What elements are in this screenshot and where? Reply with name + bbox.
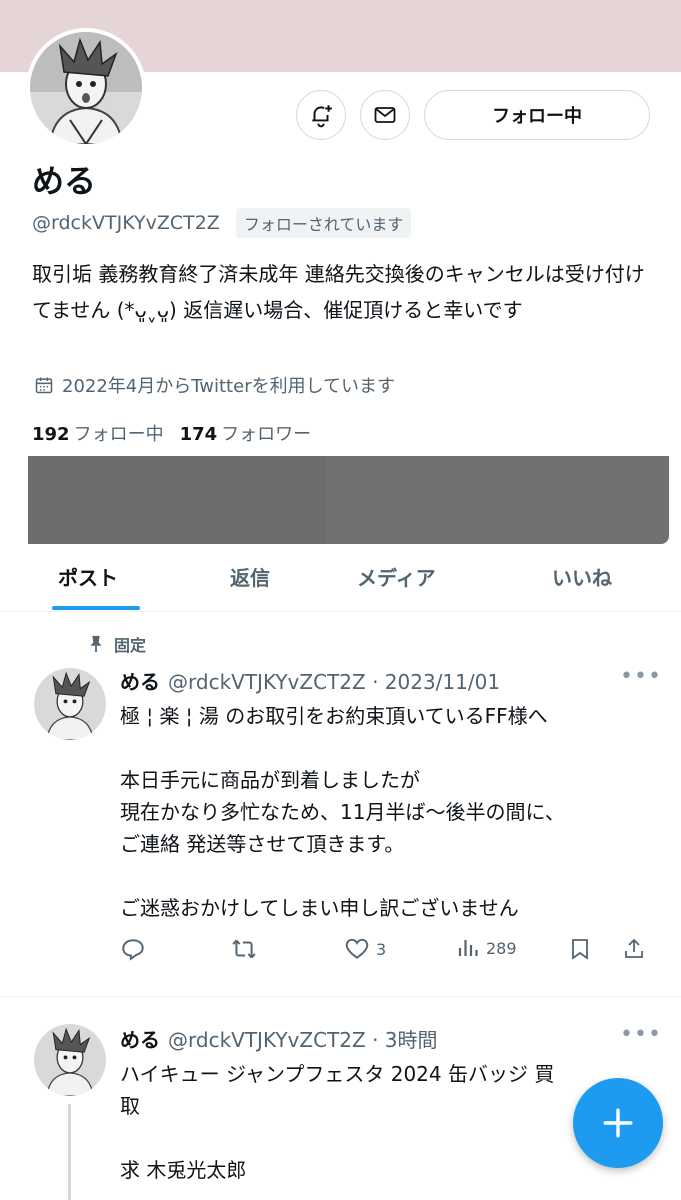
tweet-avatar[interactable] xyxy=(34,668,106,740)
active-tab-indicator xyxy=(52,606,140,610)
like-count: 3 xyxy=(376,939,387,959)
redacted-block-1 xyxy=(28,456,328,544)
tweet-meta[interactable]: @rdckVTJKYvZCT2Z · 2023/11/01 xyxy=(168,670,500,694)
tweet-author-name[interactable]: める xyxy=(120,1024,160,1053)
tab-likes[interactable]: いいね xyxy=(552,562,612,591)
notify-button[interactable] xyxy=(296,90,346,140)
tweet-divider xyxy=(0,996,681,997)
followers-label: フォロワー xyxy=(221,424,312,445)
redacted-block-2 xyxy=(326,456,669,544)
more-icon[interactable]: ••• xyxy=(620,664,662,689)
tweet-author-name[interactable]: める xyxy=(120,666,160,695)
follow-stats: 192 フォロー中 174 フォロワー xyxy=(32,420,311,446)
pinned-label: 固定 xyxy=(88,632,146,656)
retweet-button[interactable] xyxy=(230,936,258,962)
views-button[interactable]: 289 xyxy=(456,936,517,960)
following-button[interactable]: フォロー中 xyxy=(424,90,650,140)
following-label: フォロー中 xyxy=(73,424,164,445)
handle-row: @rdckVTJKYvZCT2Z フォローされています xyxy=(32,208,412,238)
avatar-illustration xyxy=(34,1024,106,1096)
calendar-icon xyxy=(35,377,53,394)
tab-media[interactable]: メディア xyxy=(357,562,436,591)
avatar-illustration xyxy=(30,32,142,144)
following-link[interactable]: 192 フォロー中 xyxy=(32,420,164,446)
tweet-avatar[interactable] xyxy=(34,1024,106,1096)
share-button[interactable] xyxy=(622,936,646,962)
tweet-header: める @rdckVTJKYvZCT2Z · 3時間 xyxy=(120,1024,438,1053)
reply-button[interactable] xyxy=(120,936,146,962)
views-count: 289 xyxy=(486,938,517,958)
tab-replies[interactable]: 返信 xyxy=(230,562,270,591)
display-name: める xyxy=(32,162,97,200)
tweet-text: 極 ¦ 楽 ¦ 湯 のお取引をお約束頂いているFF様へ 本日手元に商品が到着しま… xyxy=(120,704,565,920)
tweet-text: ハイキュー ジャンプフェスタ 2024 缶バッジ 買 取 求 木兎光太郎 xyxy=(120,1062,555,1182)
plus-icon xyxy=(603,1108,633,1138)
compose-button[interactable] xyxy=(573,1078,663,1168)
avatar-illustration xyxy=(34,668,106,740)
more-icon[interactable]: ••• xyxy=(620,1022,662,1047)
message-button[interactable] xyxy=(360,90,410,140)
share-icon xyxy=(625,938,643,958)
reply-icon xyxy=(122,939,144,961)
like-button[interactable]: 3 xyxy=(344,936,386,962)
follows-you-badge: フォローされています xyxy=(235,208,412,238)
pinned-text: 固定 xyxy=(114,636,147,655)
pin-icon xyxy=(90,635,102,653)
tweet-meta[interactable]: @rdckVTJKYvZCT2Z · 3時間 xyxy=(168,1024,438,1053)
views-icon xyxy=(458,940,478,956)
bookmark-icon xyxy=(572,939,588,960)
tweet-actions: 3 289 xyxy=(120,936,650,968)
thread-line xyxy=(68,1104,71,1200)
tab-posts[interactable]: ポスト xyxy=(58,562,118,591)
bookmark-button[interactable] xyxy=(568,936,592,962)
envelope-icon xyxy=(374,107,396,123)
joined-text: 2022年4月からTwitterを利用しています xyxy=(62,376,396,397)
heart-icon xyxy=(345,938,369,959)
followers-count: 174 xyxy=(179,424,218,445)
profile-avatar[interactable] xyxy=(26,28,146,148)
bell-plus-icon xyxy=(312,105,332,128)
profile-tabs: ポスト 返信 メディア いいね xyxy=(0,548,681,612)
tweet-header: める @rdckVTJKYvZCT2Z · 2023/11/01 xyxy=(120,666,500,695)
handle: @rdckVTJKYvZCT2Z xyxy=(32,212,220,234)
following-count: 192 xyxy=(32,424,70,445)
retweet-icon xyxy=(232,939,256,959)
profile-bio: 取引垢 義務教育終了済未成年 連絡先交換後のキャンセルは受け付けてません (*ᴗ… xyxy=(32,262,645,322)
followers-link[interactable]: 174 フォロワー xyxy=(180,420,312,446)
joined-date: 2022年4月からTwitterを利用しています xyxy=(34,372,395,398)
